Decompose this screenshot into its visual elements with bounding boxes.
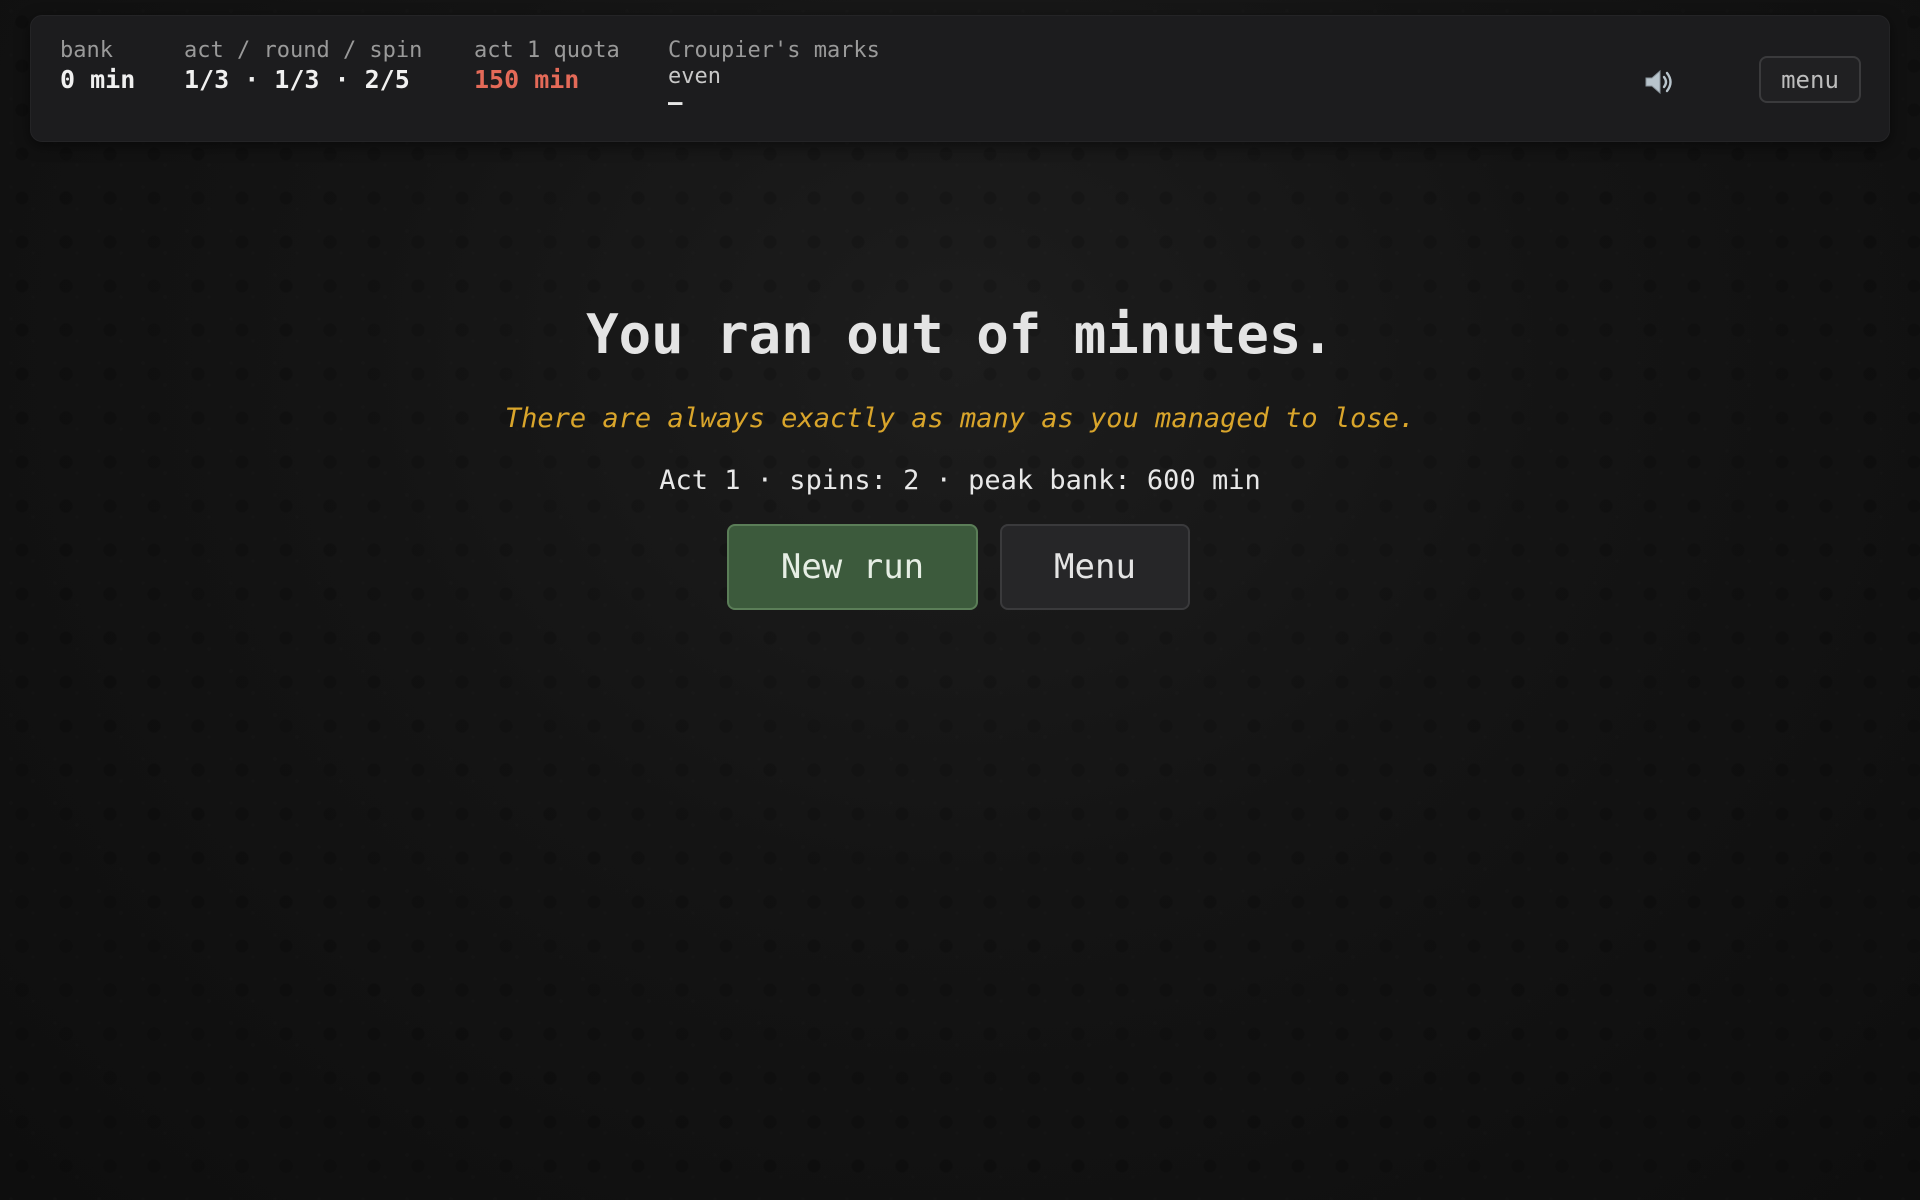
progress-label: act / round / spin [184,38,423,63]
progress-value: 1/3 · 1/3 · 2/5 [184,65,410,94]
game-over-actions: New run Menu [0,524,1920,610]
quota-stat: act 1 quota 150 min [474,38,620,96]
game-over-tagline: There are always exactly as many as you … [504,403,1416,434]
bank-label: bank [60,38,113,63]
new-run-button[interactable]: New run [727,524,978,610]
croupier-marks-indicator: — [668,88,683,116]
game-over-title: You ran out of minutes. [586,303,1334,366]
quota-value: 150 min [474,65,580,94]
speaker-icon [1645,69,1672,95]
croupier-marks-stat: Croupier's marks even — [668,38,880,114]
croupier-marks-level: even [668,64,721,89]
bank-stat: bank 0 min [60,38,135,96]
progress-stat: act / round / spin 1/3 · 1/3 · 2/5 [184,38,422,96]
bank-value: 0 min [60,65,136,94]
sound-toggle-button[interactable] [1639,62,1681,102]
hud-menu-button[interactable]: menu [1759,56,1861,103]
quota-label: act 1 quota [474,38,620,63]
menu-button[interactable]: Menu [1000,524,1190,610]
run-summary: Act 1 · spins: 2 · peak bank: 600 min [659,465,1261,496]
hud-bar: bank 0 min act / round / spin 1/3 · 1/3 … [30,15,1890,142]
croupier-marks-label: Croupier's marks [668,38,880,63]
